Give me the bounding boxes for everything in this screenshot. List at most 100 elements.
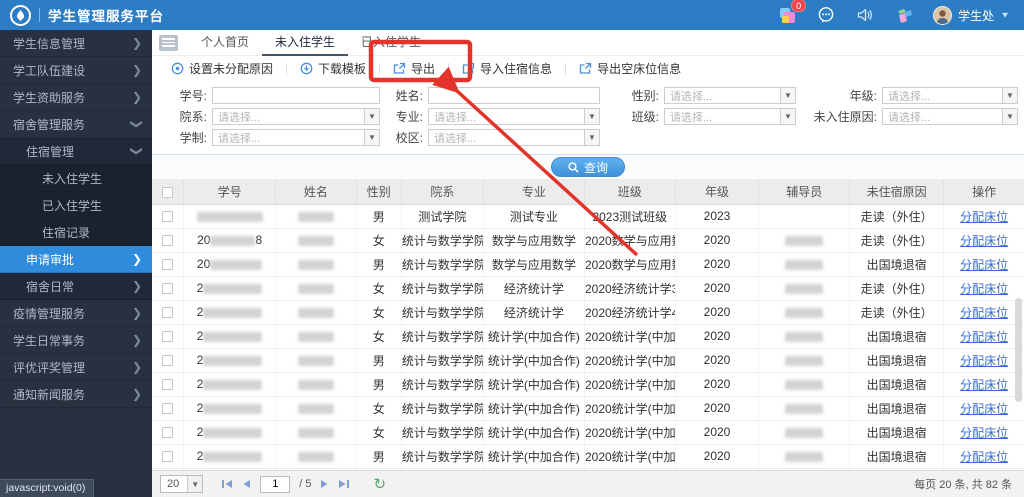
column-header-专业: 专业 [483,179,585,205]
filter-select-未入住原因[interactable]: 请选择... ▼ [882,108,1018,125]
tab-未入住学生[interactable]: 未入住学生 [262,30,349,56]
sidebar-item-宿舍管理服务[interactable]: 宿舍管理服务 ❯ [0,111,152,138]
next-page-button[interactable] [320,479,329,489]
filter-select-校区[interactable]: 请选择... ▼ [428,129,600,146]
sidebar-item-已入住学生[interactable]: 已入住学生 [0,192,152,219]
row-checkbox-cell [152,276,184,301]
speaker-icon[interactable] [855,5,875,25]
sidebar-item-宿舍日常[interactable]: 宿舍日常 ❯ [0,273,152,300]
sidebar-item-未入住学生[interactable]: 未入住学生 [0,165,152,192]
column-header-未住宿原因: 未住宿原因 [849,179,945,205]
assign-bed-link[interactable]: 分配床位 [960,402,1008,416]
sidebar-item-住宿记录[interactable]: 住宿记录 [0,219,152,246]
table-scrollbar[interactable] [1015,298,1022,402]
filter-label-性别: 性别: [631,89,659,103]
row-checkbox[interactable] [161,331,173,343]
select-all-checkbox[interactable] [161,186,173,198]
filter-select-班级[interactable]: 请选择... ▼ [664,108,796,125]
row-checkbox[interactable] [161,283,173,295]
redacted-text [785,307,824,318]
class-cell: 2020经济统计学3班 [584,276,676,301]
table-row: 20 男统计与数学学院数学与应用数学2020数学与应用数...2020 出国境退宿 分… [152,252,1024,277]
row-checkbox[interactable] [161,427,173,439]
chevron-right-icon: ❯ [131,63,142,77]
row-checkbox[interactable] [161,211,173,223]
user-menu[interactable]: 学生处 ▼ [933,5,1010,25]
assign-bed-link[interactable]: 分配床位 [960,258,1008,272]
major-cell: 数学与应用数学 [483,252,585,277]
prev-page-button[interactable] [242,479,251,489]
major-cell: 统计学(中加合作) [483,324,585,349]
refresh-icon[interactable]: ↻ [373,476,386,492]
assign-bed-link[interactable]: 分配床位 [960,330,1008,344]
row-checkbox[interactable] [161,259,173,271]
select-arrow-icon: ▼ [584,130,599,145]
page-size-select[interactable]: 20 ▼ [160,475,204,493]
tab-已入住学生[interactable]: 已入住学生 [348,30,434,56]
toolbar-button-下载模板[interactable]: 下载模板 [287,60,379,77]
assign-bed-link[interactable]: 分配床位 [960,354,1008,368]
row-checkbox[interactable] [161,355,173,367]
filter-select-专业[interactable]: 请选择... ▼ [428,108,600,125]
redacted-text [297,355,334,366]
search-button[interactable]: 查询 [550,157,625,177]
toolbar-button-导出[interactable]: 导出 [380,60,448,77]
select-arrow-icon: ▼ [364,109,379,124]
row-checkbox[interactable] [161,403,173,415]
filter-input-学号[interactable] [212,87,380,104]
row-checkbox-cell [152,204,184,229]
page-number-input[interactable] [260,475,291,493]
sidebar-item-学生资助服务[interactable]: 学生资助服务 ❯ [0,84,152,111]
sidebar-item-申请审批[interactable]: 申请审批 ❯ [0,246,152,273]
row-checkbox[interactable] [161,235,173,247]
sidebar-item-评优评奖管理[interactable]: 评优评奖管理 ❯ [0,354,152,381]
toolbar-button-label: 导出 [411,62,436,76]
first-page-button[interactable] [221,479,233,489]
select-arrow-icon: ▼ [780,109,795,124]
no-stay-reason-cell: 出国境退宿 [849,444,945,469]
assign-bed-link[interactable]: 分配床位 [960,210,1008,224]
total-pages-label: / 5 [299,478,312,490]
redacted-text [297,403,334,414]
sidebar-item-学工队伍建设[interactable]: 学工队伍建设 ❯ [0,57,152,84]
theme-icon[interactable] [894,5,914,25]
redacted-text [785,427,824,438]
pager: / 5 ↻ [221,475,386,493]
assign-bed-link[interactable]: 分配床位 [960,450,1008,464]
assign-bed-link[interactable]: 分配床位 [960,282,1008,296]
row-checkbox[interactable] [161,307,173,319]
sidebar-item-通知新闻服务[interactable]: 通知新闻服务 ❯ [0,381,152,408]
sidebar-item-学生日常事务[interactable]: 学生日常事务 ❯ [0,327,152,354]
student-name-cell [275,300,357,325]
action-cell: 分配床位 [943,396,1024,421]
row-checkbox[interactable] [161,379,173,391]
assign-bed-link[interactable]: 分配床位 [960,234,1008,248]
filter-select-学制[interactable]: 请选择... ▼ [212,129,380,146]
sidebar-item-学生信息管理[interactable]: 学生信息管理 ❯ [0,30,152,57]
sidebar-item-疫情管理服务[interactable]: 疫情管理服务 ❯ [0,300,152,327]
gender-cell: 男 [356,348,402,373]
redacted-text [297,451,334,462]
assign-bed-link[interactable]: 分配床位 [960,306,1008,320]
apps-icon[interactable]: 0 [777,0,807,25]
brand: 学生管理服务平台 [0,4,164,26]
filter-select-性别[interactable]: 请选择... ▼ [664,87,796,104]
toolbar-button-导入住宿信息[interactable]: 导入住宿信息 [449,60,565,77]
toolbar-button-导出空床位信息[interactable]: 导出空床位信息 [566,60,694,77]
sidebar-item-住宿管理[interactable]: 住宿管理 ❯ [0,138,152,165]
gender-cell: 女 [356,420,402,445]
last-page-button[interactable] [338,479,350,489]
filter-input-姓名[interactable] [428,87,600,104]
filter-select-年级[interactable]: 请选择... ▼ [882,87,1018,104]
action-cell: 分配床位 [943,300,1024,325]
toolbar-button-设置未分配原因[interactable]: 设置未分配原因 [158,60,286,77]
assign-bed-link[interactable]: 分配床位 [960,426,1008,440]
collapse-menu-icon[interactable] [159,34,178,51]
row-checkbox[interactable] [161,451,173,463]
table-row: 208 女统计与数学学院数学与应用数学2020数学与应用数...2020 走读（外住… [152,228,1024,253]
student-name-cell [275,396,357,421]
assign-bed-link[interactable]: 分配床位 [960,378,1008,392]
filter-select-院系[interactable]: 请选择... ▼ [212,108,380,125]
tab-个人首页[interactable]: 个人首页 [188,30,262,56]
chat-icon[interactable] [816,5,836,25]
